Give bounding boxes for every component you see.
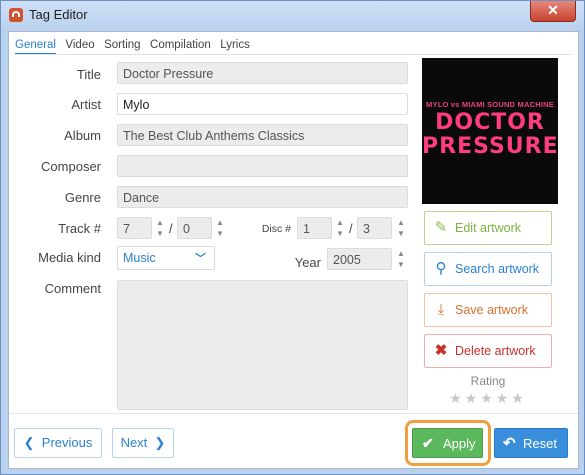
next-label: Next [120,435,148,450]
track-number-field[interactable]: 7 [117,217,152,239]
star-icon[interactable]: ★ [480,390,496,406]
media-kind-select[interactable]: Music ﹀ [117,246,215,270]
tab-video[interactable]: Video [65,39,94,53]
search-icon: ⚲ [435,260,447,277]
media-kind-label: Media kind [38,250,101,265]
headphones-icon [9,8,23,22]
dialog-content: General Video Sorting Compilation Lyrics… [8,31,579,469]
artwork-subtitle: MYLO vs MIAMI SOUND MACHINE [426,100,554,109]
genre-label: Genre [64,190,101,205]
comment-field[interactable] [117,280,408,410]
close-button[interactable]: ✕ [530,1,576,22]
tab-general[interactable]: General [15,39,56,55]
tab-sorting[interactable]: Sorting [104,39,140,53]
genre-field[interactable]: Dance [117,186,408,208]
title-bar: Tag Editor ✕ [1,1,584,29]
media-kind-value: Music [123,251,156,265]
composer-field[interactable] [117,155,408,177]
footer-divider [9,413,578,414]
next-button[interactable]: Next ❯ [112,428,174,458]
composer-label: Composer [41,159,101,174]
disc-label: Disc # [261,223,291,235]
title-field[interactable]: Doctor Pressure [117,62,408,84]
window-title: Tag Editor [29,7,88,22]
disc-separator: / [349,221,353,236]
edit-artwork-label: Edit artwork [455,221,521,235]
previous-button[interactable]: ❮ Previous [14,428,102,458]
comment-label: Comment [44,281,101,296]
chevron-down-icon: ﹀ [195,253,206,265]
artist-field[interactable]: Mylo [117,93,408,115]
artist-label: Artist [71,97,101,112]
artwork-title-line1: DOCTOR [435,110,545,135]
close-x-icon: ✖ [434,342,448,359]
track-number-stepper[interactable]: ▲ ▼ [154,217,166,239]
album-artwork: MYLO vs MIAMI SOUND MACHINE DOCTOR PRESS… [422,58,558,204]
delete-artwork-label: Delete artwork [455,344,536,358]
undo-icon: ↶ [503,435,516,452]
disc-number-stepper[interactable]: ▲ ▼ [334,217,346,239]
tab-lyrics[interactable]: Lyrics [220,39,250,53]
reset-button[interactable]: ↶ Reset [494,428,568,458]
album-field[interactable]: The Best Club Anthems Classics [117,124,408,146]
search-artwork-button[interactable]: ⚲ Search artwork [424,252,552,286]
edit-artwork-button[interactable]: ✎ Edit artwork [424,211,552,245]
star-icon[interactable]: ★ [496,390,512,406]
star-icon[interactable]: ★ [511,390,527,406]
rating-label: Rating [470,374,506,388]
disc-total-stepper[interactable]: ▲ ▼ [395,217,407,239]
download-tray-icon: ⤓ [437,301,445,318]
disc-number-field[interactable]: 1 [297,217,332,239]
track-separator: / [169,221,173,236]
apply-button[interactable]: ✔ Apply [412,428,483,458]
delete-artwork-button[interactable]: ✖ Delete artwork [424,334,552,368]
disc-total-field[interactable]: 3 [357,217,392,239]
title-label: Title [76,67,101,82]
year-field[interactable]: 2005 [327,248,392,270]
search-artwork-label: Search artwork [455,262,540,276]
chevron-right-icon: ❯ [150,435,166,450]
tab-divider [15,54,572,55]
apply-label: Apply [443,436,476,451]
reset-label: Reset [523,436,557,451]
chevron-left-icon: ❮ [23,435,39,450]
star-icon[interactable]: ★ [465,390,481,406]
album-label: Album [64,128,101,143]
star-icon[interactable]: ★ [449,390,465,406]
tab-compilation[interactable]: Compilation [150,39,211,53]
year-label: Year [294,255,321,270]
previous-label: Previous [41,435,93,450]
tab-bar: General Video Sorting Compilation Lyrics [15,37,256,55]
artwork-title-line2: PRESSURE [422,134,559,159]
checkmark-icon: ✔ [422,435,434,451]
year-stepper[interactable]: ▲ ▼ [395,248,407,270]
save-artwork-button[interactable]: ⤓ Save artwork [424,293,552,327]
tag-editor-window: Tag Editor ✕ General Video Sorting Compi… [0,0,585,475]
track-label: Track # [58,221,101,236]
pencil-icon: ✎ [434,219,448,236]
save-artwork-label: Save artwork [455,303,528,317]
rating-stars[interactable]: ★★★★★ [424,390,552,407]
